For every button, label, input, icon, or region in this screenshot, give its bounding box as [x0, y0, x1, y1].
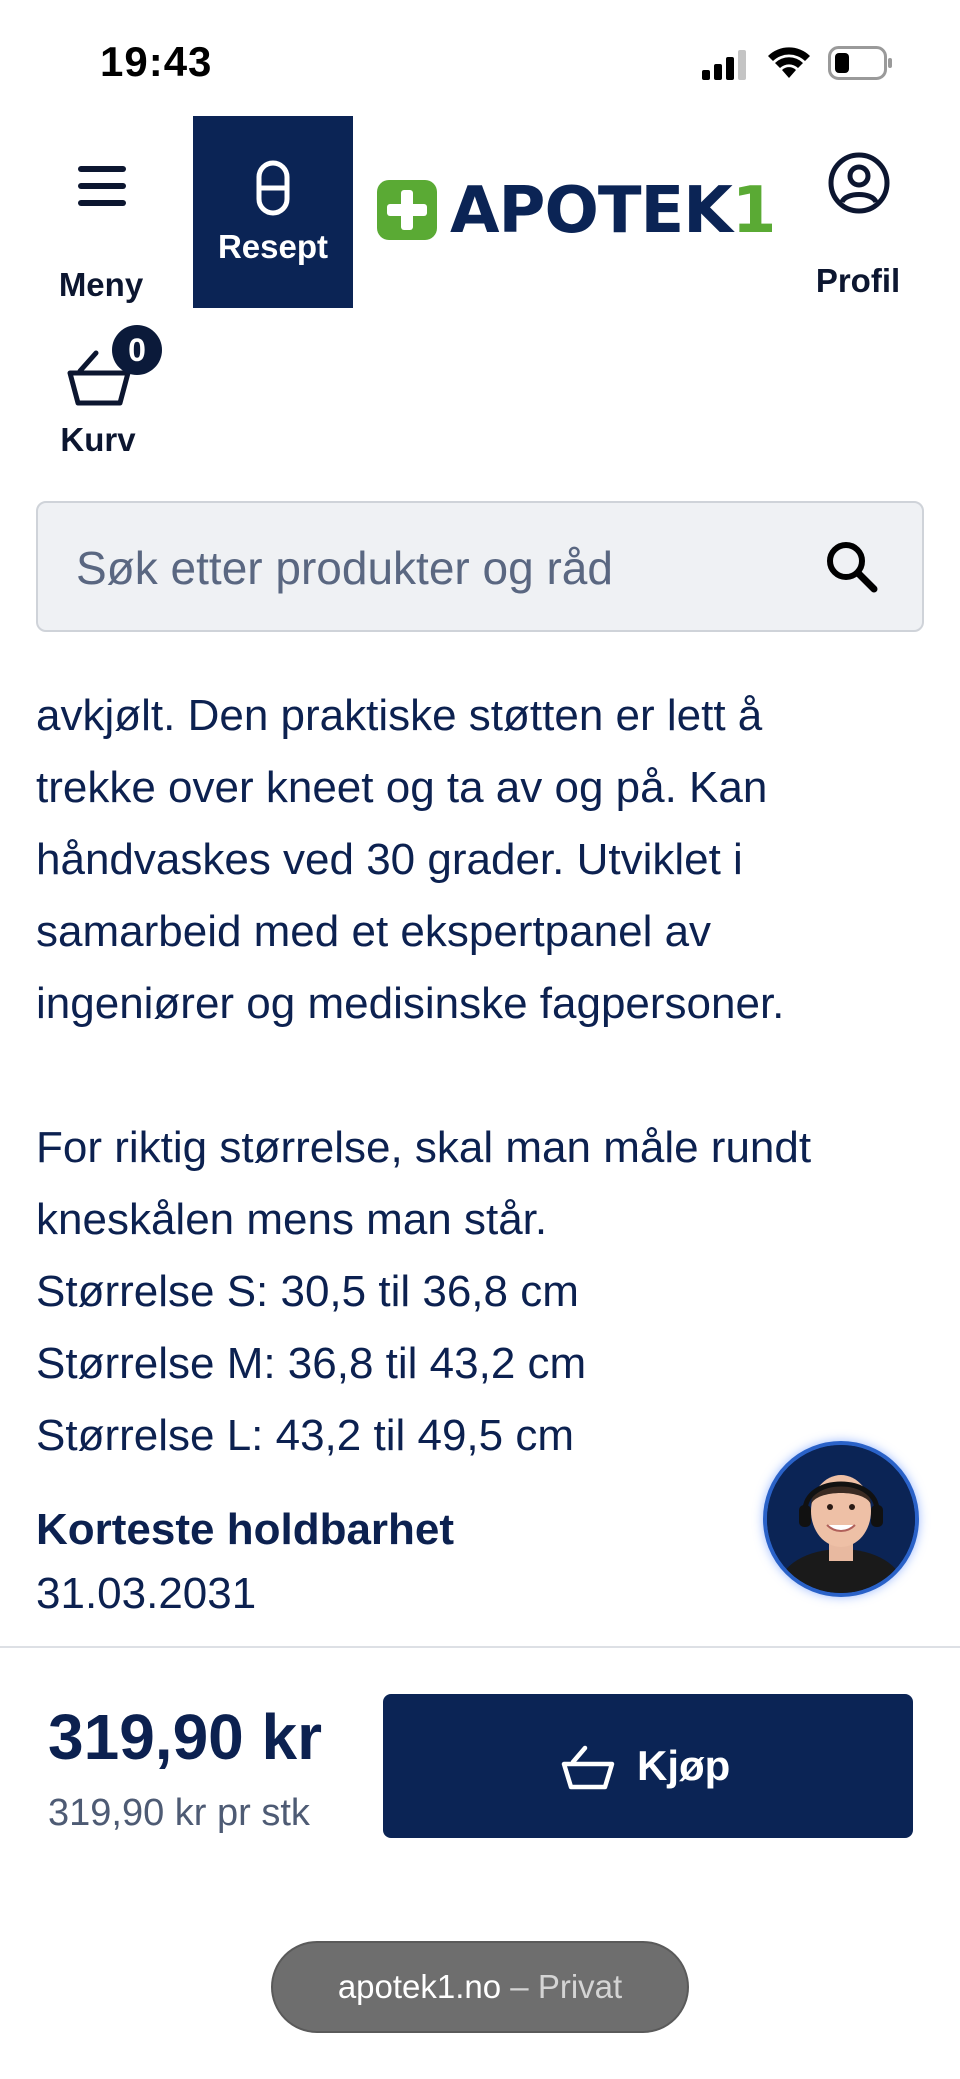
menu-button[interactable]: Meny [38, 156, 164, 303]
search-icon[interactable] [824, 539, 880, 595]
search-input[interactable]: Søk etter produkter og råd [36, 501, 924, 632]
profile-button[interactable]: Profil [810, 152, 906, 299]
pill-icon [256, 160, 290, 216]
description-line: ingeniører og medisinske fagpersoner. [36, 979, 785, 1028]
assistant-portrait-icon [767, 1445, 915, 1593]
wifi-icon [768, 47, 810, 78]
product-price: 319,90 kr [48, 1701, 323, 1773]
resept-label: Resept [217, 228, 329, 265]
menu-label: Meny [58, 266, 144, 303]
green-cross-icon [377, 180, 437, 240]
profil-label: Profil [815, 262, 901, 299]
resept-button[interactable]: Resept [193, 116, 353, 308]
size-m-line: Størrelse M: 36,8 til 43,2 cm [36, 1339, 587, 1388]
buy-button[interactable]: Kjøp [383, 1694, 913, 1838]
description-line: trekke over kneet og ta av og på. Kan [36, 763, 768, 812]
apotek1-logo[interactable]: APOTEK1 [375, 172, 776, 248]
description-line: samarbeid med et ekspertpanel av [36, 907, 712, 956]
battery-icon [828, 46, 892, 80]
chat-assistant-avatar[interactable] [763, 1441, 919, 1597]
description-line: håndvaskes ved 30 grader. Utviklet i [36, 835, 743, 884]
search-placeholder: Søk etter produkter og råd [76, 542, 613, 594]
size-guide-line: For riktig størrelse, skal man måle rund… [36, 1123, 812, 1172]
user-icon [828, 152, 890, 214]
unit-price: 319,90 kr pr stk [48, 1792, 310, 1834]
browser-address-pill[interactable]: apotek1.no – Privat [271, 1941, 689, 2033]
buy-label: Kjøp [637, 1742, 731, 1789]
description-line: avkjølt. Den praktiske støtten er lett å [36, 691, 763, 740]
cart-label: Kurv [60, 421, 136, 458]
status-bar: 19:43 [0, 0, 960, 120]
browser-domain: apotek1.no [337, 1968, 502, 2005]
site-header: Meny Resept APOTEK1 Profil [0, 116, 960, 316]
size-s-line: Størrelse S: 30,5 til 36,8 cm [36, 1267, 579, 1316]
private-mode-label: – Privat [510, 1968, 623, 2005]
cart-button[interactable]: 0 Kurv [56, 325, 166, 465]
basket-icon [561, 1745, 615, 1790]
cellular-signal-icon [702, 50, 746, 80]
size-guide-line: kneskålen mens man står. [36, 1195, 548, 1244]
status-time: 19:43 [100, 38, 213, 85]
logo-text: APOTEK1 [450, 174, 776, 248]
hamburger-icon [78, 166, 126, 206]
cart-count-badge: 0 [112, 325, 162, 375]
